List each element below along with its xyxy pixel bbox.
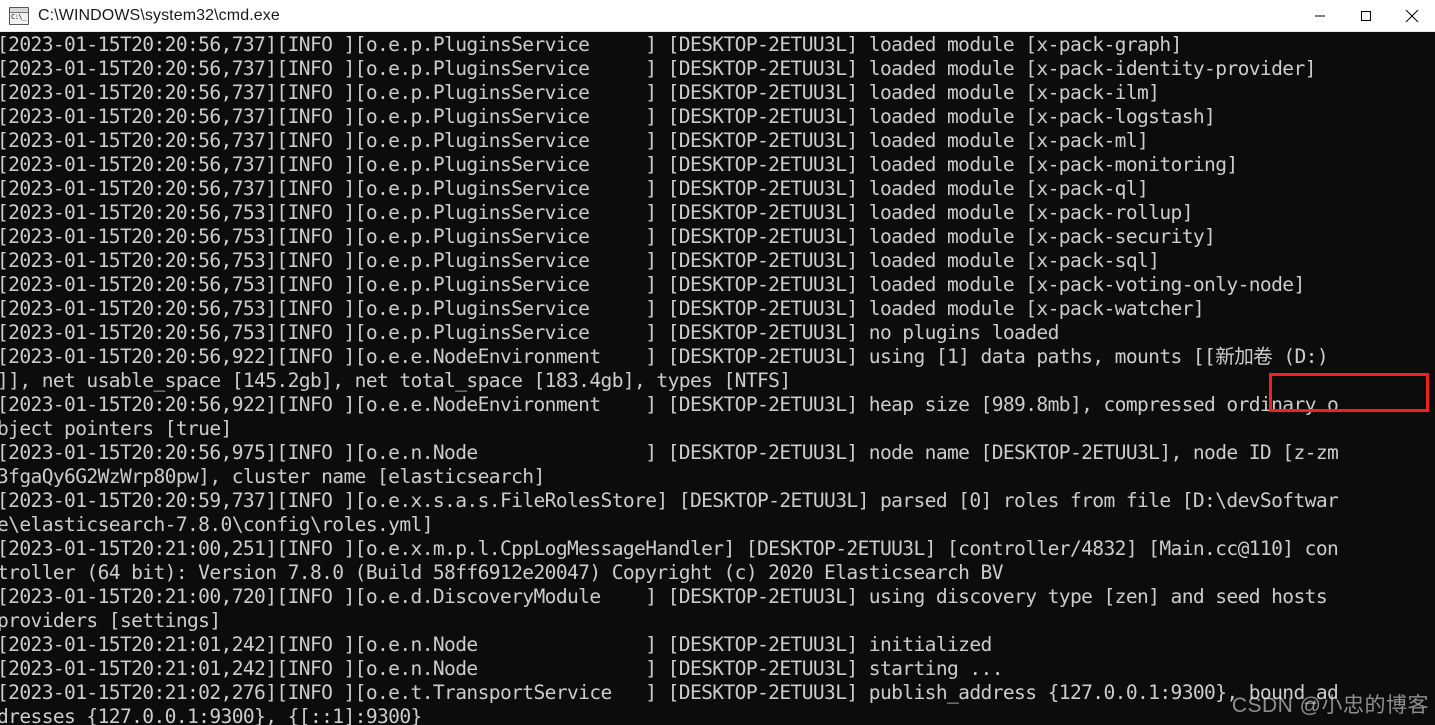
console-line: [2023-01-15T20:20:56,737][INFO ][o.e.p.P… (0, 57, 1316, 80)
console-line: [2023-01-15T20:21:02,276][INFO ][o.e.t.T… (0, 681, 1339, 704)
console-line: [2023-01-15T20:20:56,737][INFO ][o.e.p.P… (0, 33, 1182, 56)
console-line: [2023-01-15T20:21:01,242][INFO ][o.e.n.N… (0, 657, 1004, 680)
close-button[interactable] (1389, 0, 1435, 31)
console-line: 3fgaQy6G2WzWrp80pw], cluster name [elast… (0, 465, 545, 488)
console-line: [2023-01-15T20:20:56,753][INFO ][o.e.p.P… (0, 273, 1305, 296)
console-line: [2023-01-15T20:20:56,975][INFO ][o.e.n.N… (0, 441, 1339, 464)
console-line: [2023-01-15T20:20:56,753][INFO ][o.e.p.P… (0, 249, 1160, 272)
watermark: CSDN @小忠的博客 (1231, 694, 1429, 717)
console-line: [2023-01-15T20:20:56,737][INFO ][o.e.p.P… (0, 105, 1216, 128)
console-line: [2023-01-15T20:20:56,922][INFO ][o.e.e.N… (0, 393, 1339, 416)
console-line: [2023-01-15T20:20:56,737][INFO ][o.e.p.P… (0, 129, 1149, 152)
console-line: troller (64 bit): Version 7.8.0 (Build 5… (0, 561, 1004, 584)
console-line: bject pointers [true] (0, 417, 232, 440)
console-output-area[interactable]: [2023-01-15T20:20:56,737][INFO ][o.e.p.P… (0, 32, 1435, 725)
console-line: [2023-01-15T20:20:56,753][INFO ][o.e.p.P… (0, 201, 1194, 224)
minimize-button[interactable] (1297, 0, 1343, 31)
console-line: [2023-01-15T20:21:00,720][INFO ][o.e.d.D… (0, 585, 1339, 608)
close-icon (1405, 9, 1419, 22)
console-line: [2023-01-15T20:21:01,242][INFO ][o.e.n.N… (0, 633, 992, 656)
maximize-button[interactable] (1343, 0, 1389, 31)
console-line: [2023-01-15T20:20:56,753][INFO ][o.e.p.P… (0, 297, 1205, 320)
console-line: [2023-01-15T20:21:00,251][INFO ][o.e.x.m… (0, 537, 1339, 560)
maximize-icon (1361, 10, 1371, 21)
console-line: [2023-01-15T20:20:56,737][INFO ][o.e.p.P… (0, 153, 1238, 176)
cmd-icon (9, 6, 29, 25)
window-controls (1297, 0, 1435, 31)
console-line: [2023-01-15T20:20:56,737][INFO ][o.e.p.P… (0, 81, 1160, 104)
console-line: [2023-01-15T20:20:56,922][INFO ][o.e.e.N… (0, 345, 1329, 368)
console-line: e\elasticsearch-7.8.0\config\roles.yml] (0, 513, 434, 536)
window-title: C:\WINDOWS\system32\cmd.exe (38, 6, 280, 24)
console-line: [2023-01-15T20:20:56,753][INFO ][o.e.p.P… (0, 321, 1059, 344)
console-line: ]], net usable_space [145.2gb], net tota… (0, 369, 791, 392)
console-line: [2023-01-15T20:20:56,737][INFO ][o.e.p.P… (0, 177, 1149, 200)
window-titlebar[interactable]: C:\WINDOWS\system32\cmd.exe (0, 0, 1435, 32)
console-line: dresses {127.0.0.1:9300}, {[::1]:9300} (0, 705, 422, 725)
console-line: [2023-01-15T20:20:56,753][INFO ][o.e.p.P… (0, 225, 1216, 248)
console-line: [2023-01-15T20:20:59,737][INFO ][o.e.x.s… (0, 489, 1339, 512)
console-log-lines: [2023-01-15T20:20:56,737][INFO ][o.e.p.P… (0, 33, 1339, 725)
console-line: providers [settings] (0, 609, 221, 632)
minimize-icon (1315, 15, 1325, 16)
